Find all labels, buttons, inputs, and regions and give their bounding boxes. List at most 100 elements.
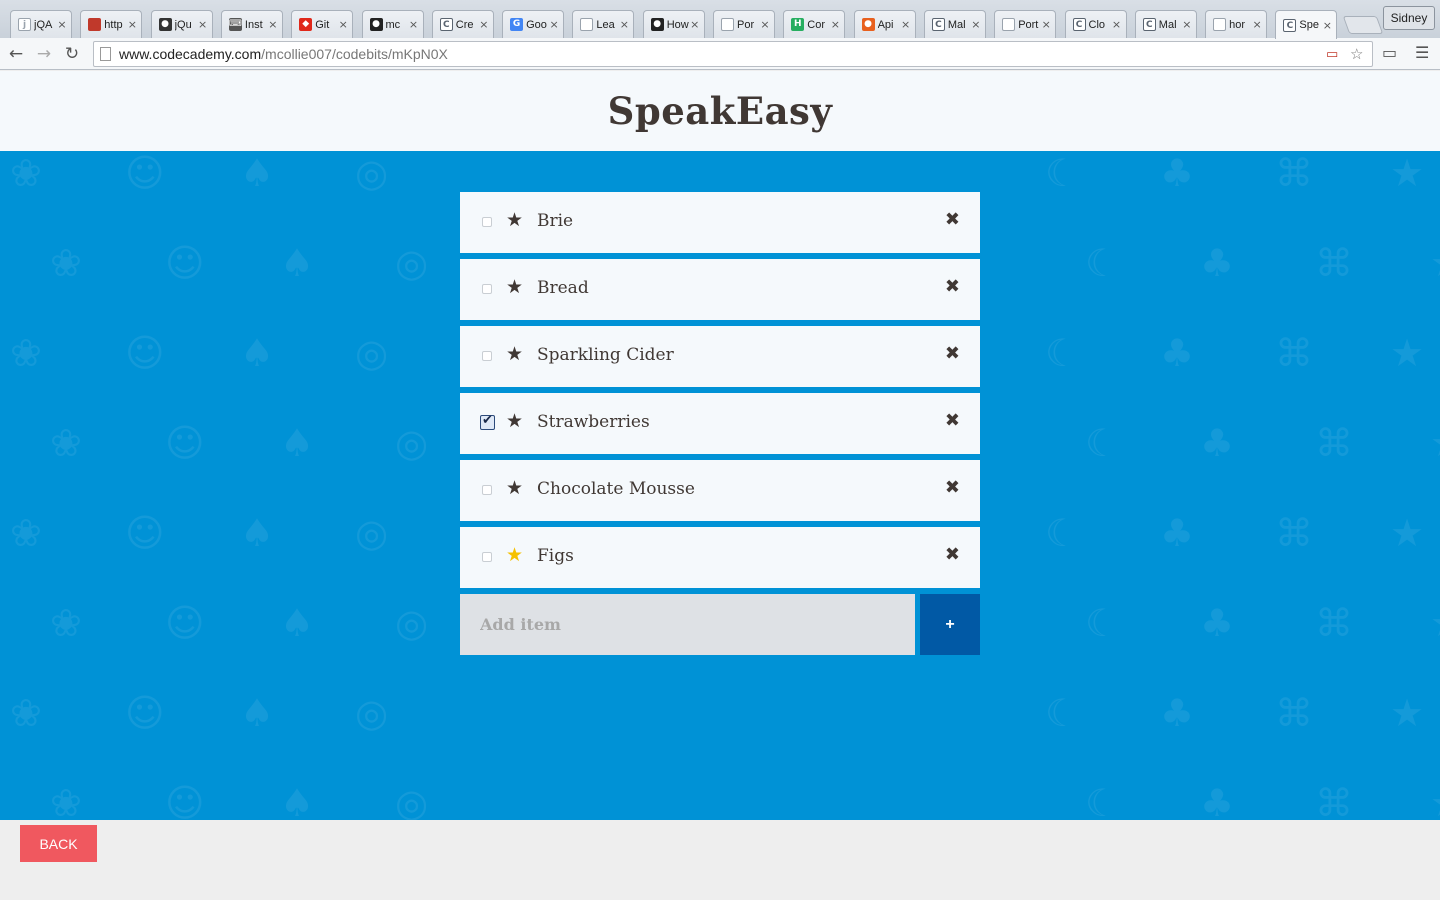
item-checkbox[interactable] xyxy=(482,552,492,562)
app-title: SpeakEasy xyxy=(607,89,833,133)
item-checkbox[interactable] xyxy=(482,485,492,495)
remove-icon[interactable]: ✖ xyxy=(945,343,960,364)
tab-close-icon[interactable]: × xyxy=(901,18,911,31)
background-pattern-glyph: ◎ xyxy=(355,331,389,375)
background-pattern-glyph: ◎ xyxy=(395,421,429,465)
item-checkbox[interactable] xyxy=(480,413,495,430)
back-arrow-icon[interactable]: ← xyxy=(5,43,27,65)
remove-icon[interactable]: ✖ xyxy=(945,276,960,297)
list-item: ★ Chocolate Mousse ✖ xyxy=(460,460,980,521)
tab-close-icon[interactable]: × xyxy=(1041,18,1051,31)
tab-close-icon[interactable]: × xyxy=(268,18,278,31)
background-pattern-glyph: ☾ xyxy=(1085,241,1120,285)
remove-icon[interactable]: ✖ xyxy=(945,209,960,230)
add-item-input[interactable] xyxy=(460,594,915,655)
browser-tab[interactable]: ◆ Git × xyxy=(291,10,354,38)
tab-close-icon[interactable]: × xyxy=(690,18,700,31)
browser-tab[interactable]: Por × xyxy=(713,10,775,38)
tab-close-icon[interactable]: × xyxy=(1112,18,1122,31)
browser-tab[interactable]: ● jQu × xyxy=(150,10,213,38)
tab-close-icon[interactable]: × xyxy=(760,18,770,31)
item-checkbox[interactable] xyxy=(482,284,492,294)
tab-close-icon[interactable]: × xyxy=(830,18,840,31)
tab-close-icon[interactable]: × xyxy=(1182,18,1192,31)
background-pattern-glyph: ◎ xyxy=(355,511,389,555)
reload-icon[interactable]: ↻ xyxy=(61,43,83,65)
background-pattern-glyph: ♣ xyxy=(1200,781,1235,820)
tab-close-icon[interactable]: × xyxy=(198,18,208,31)
browser-tab-title: Clo xyxy=(1088,18,1106,31)
browser-tab-title: Mal xyxy=(1158,18,1177,31)
browser-tab[interactable]: C Clo × xyxy=(1064,10,1127,38)
browser-tab[interactable]: j jQA × xyxy=(10,10,72,38)
browser-tab[interactable]: ● How × xyxy=(642,10,705,38)
background-pattern-glyph: ♠ xyxy=(240,511,275,555)
background-pattern-glyph: ☺ xyxy=(165,421,205,465)
browser-tab[interactable]: hor × xyxy=(1205,10,1268,38)
background-pattern-glyph: ⌘ xyxy=(1315,241,1353,285)
star-icon[interactable]: ★ xyxy=(506,410,523,432)
background-pattern-glyph: ☺ xyxy=(165,241,205,285)
new-tab-button[interactable] xyxy=(1342,16,1384,34)
blocked-popup-icon[interactable]: ▭ xyxy=(1326,47,1338,62)
tab-close-icon[interactable]: × xyxy=(338,18,348,31)
tab-close-icon[interactable]: × xyxy=(1322,19,1332,32)
remove-icon[interactable]: ✖ xyxy=(945,544,960,565)
star-icon[interactable]: ★ xyxy=(506,209,523,231)
browser-tab[interactable]: C Mal × xyxy=(923,10,986,38)
forward-arrow-icon[interactable]: → xyxy=(33,43,55,65)
address-bar[interactable]: www.codecademy.com/mcollie007/codebits/m… xyxy=(93,41,1373,67)
tab-close-icon[interactable]: × xyxy=(409,18,419,31)
browser-tab[interactable]: H Cor × xyxy=(783,10,846,38)
star-icon[interactable]: ★ xyxy=(506,544,523,566)
background-pattern-glyph: ❀ xyxy=(10,511,42,555)
item-checkbox[interactable] xyxy=(482,217,492,227)
background-pattern-glyph: ☺ xyxy=(125,151,165,195)
background-pattern-glyph: ★ xyxy=(1430,601,1440,645)
tab-close-icon[interactable]: × xyxy=(1252,18,1262,31)
background-pattern-glyph: ☺ xyxy=(125,511,165,555)
item-label: Strawberries xyxy=(537,412,650,432)
browser-tab[interactable]: ● mc × xyxy=(361,10,424,38)
browser-tab[interactable]: ⌨ Inst × xyxy=(220,10,283,38)
colorful-page-icon xyxy=(88,18,102,31)
back-button[interactable]: BACK xyxy=(20,825,97,862)
tab-close-icon[interactable]: × xyxy=(971,18,981,31)
browser-tab-title: mc xyxy=(385,18,401,31)
tab-close-icon[interactable]: × xyxy=(57,18,67,31)
add-item-button[interactable]: + xyxy=(920,594,980,655)
address-url[interactable]: www.codecademy.com/mcollie007/codebits/m… xyxy=(119,46,448,62)
browser-tab[interactable]: C Mal × xyxy=(1134,10,1197,38)
browser-tab[interactable]: C Spe × xyxy=(1275,10,1338,39)
menu-icon[interactable]: ☰ xyxy=(1415,43,1429,62)
codecademy-icon: C xyxy=(1072,18,1086,31)
remove-icon[interactable]: ✖ xyxy=(945,410,960,431)
remove-icon[interactable]: ✖ xyxy=(945,477,960,498)
browser-tab[interactable]: Lea × xyxy=(572,10,635,38)
item-checkbox[interactable] xyxy=(482,351,492,361)
tab-close-icon[interactable]: × xyxy=(549,18,559,31)
cast-icon[interactable]: ▭ xyxy=(1382,43,1397,62)
browser-tab[interactable]: C Cre × xyxy=(431,10,494,38)
background-pattern-glyph: ⌘ xyxy=(1315,421,1353,465)
star-icon[interactable]: ★ xyxy=(506,343,523,365)
page-icon xyxy=(1002,18,1016,31)
tab-close-icon[interactable]: × xyxy=(619,18,629,31)
star-icon[interactable]: ★ xyxy=(506,477,523,499)
tab-close-icon[interactable]: × xyxy=(127,18,137,31)
browser-tab[interactable]: G Goo × xyxy=(502,10,565,38)
star-icon[interactable]: ★ xyxy=(506,276,523,298)
browser-tab[interactable]: http × xyxy=(80,10,143,38)
browser-toolbar: ← → ↻ www.codecademy.com/mcollie007/code… xyxy=(0,38,1440,70)
item-label: Bread xyxy=(537,278,589,298)
background-pattern-glyph: ♣ xyxy=(1160,691,1195,735)
bookmark-star-icon[interactable]: ☆ xyxy=(1350,45,1363,63)
browser-tab[interactable]: Port × xyxy=(994,10,1057,38)
tab-close-icon[interactable]: × xyxy=(479,18,489,31)
browser-tab-title: Port xyxy=(1018,18,1039,31)
browser-tab[interactable]: ● Api × xyxy=(853,10,916,38)
background-pattern-glyph: ♣ xyxy=(1160,511,1195,555)
git-icon: ◆ xyxy=(299,18,313,31)
profile-button[interactable]: Sidney xyxy=(1383,6,1435,30)
list-item: ★ Bread ✖ xyxy=(460,259,980,320)
